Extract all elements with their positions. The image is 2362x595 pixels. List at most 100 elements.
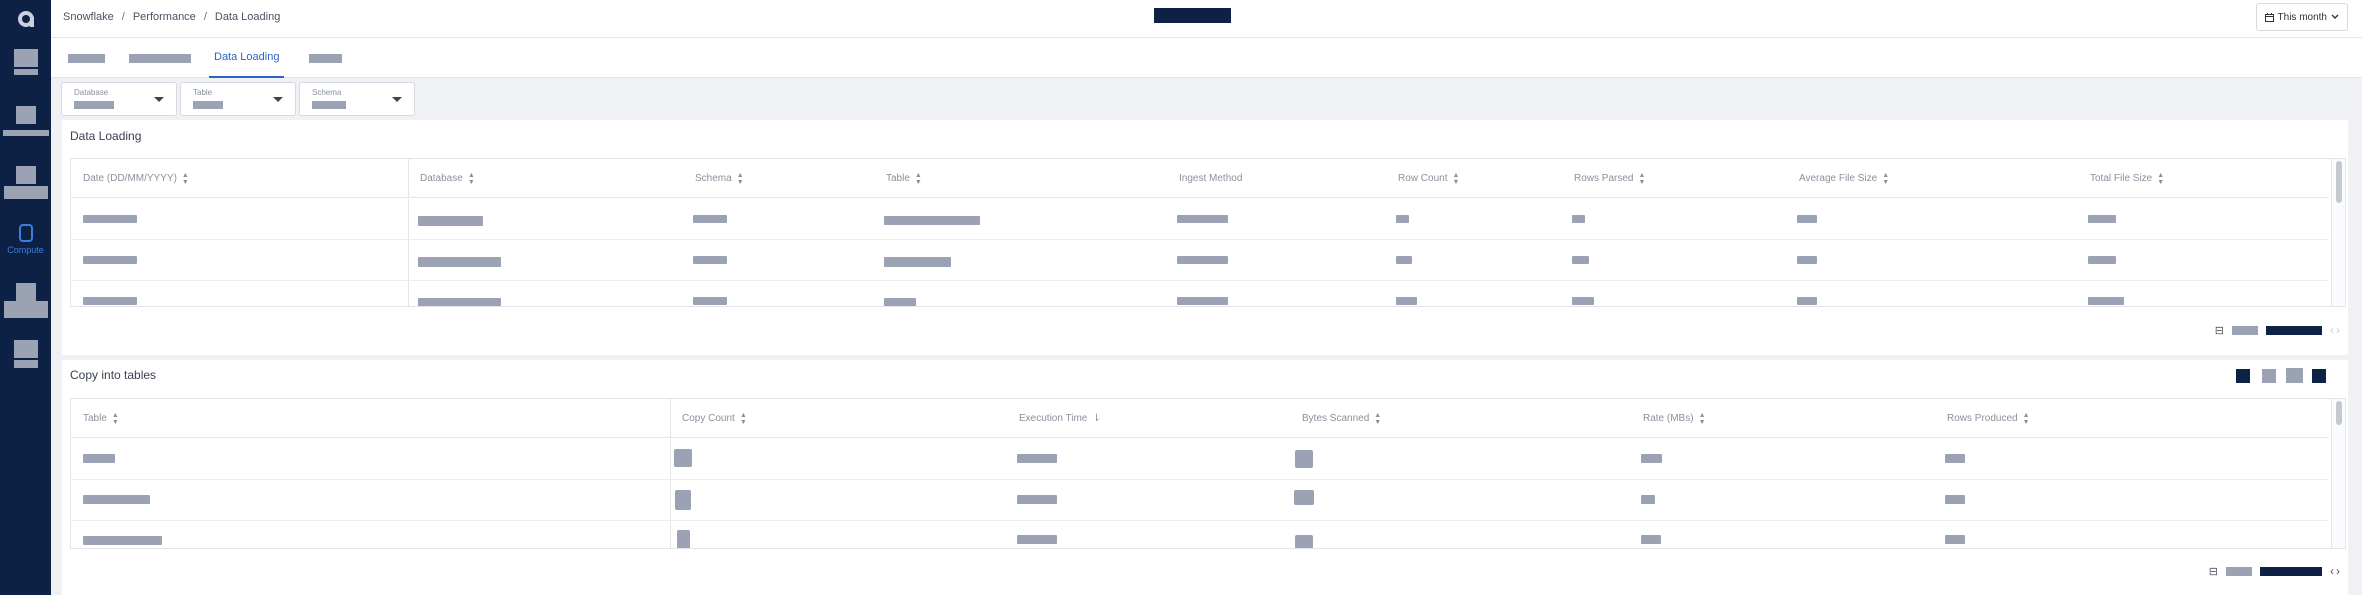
breadcrumb-item-current: Data Loading bbox=[214, 11, 281, 23]
copy-into-tables-table: Table ▲ ▼ Copy Count ▲ ▼ Execution Time ⇂ Byt… bbox=[70, 398, 2346, 549]
column-header-table[interactable]: Table ▲ ▼ bbox=[71, 399, 119, 438]
sort-icon: ▲ ▼ bbox=[467, 171, 475, 186]
filter-value-redacted bbox=[193, 101, 223, 109]
sort-desc-icon: ⇂ bbox=[1092, 412, 1101, 424]
legend-swatch[interactable] bbox=[2236, 369, 2250, 383]
sort-icon: ▲ ▼ bbox=[1882, 171, 1890, 186]
tab-4[interactable] bbox=[309, 38, 342, 78]
column-header-rows-parsed[interactable]: Rows Parsed ▲ ▼ bbox=[1562, 159, 1645, 198]
sidebar: Compute bbox=[0, 0, 51, 595]
tab-label: Data Loading bbox=[214, 51, 280, 63]
page-info-redacted bbox=[2266, 325, 2322, 335]
sort-icon: ▲ ▼ bbox=[111, 411, 119, 426]
column-header-row-count[interactable]: Row Count ▲ ▼ bbox=[1386, 159, 1459, 198]
sort-icon: ▲ ▼ bbox=[736, 171, 744, 186]
legend-swatch[interactable] bbox=[2312, 369, 2326, 383]
column-header-date[interactable]: Date (DD/MM/YYYY) ▲ ▼ bbox=[71, 159, 189, 198]
date-range-label: This month bbox=[2277, 11, 2327, 23]
table-filter[interactable]: Table bbox=[180, 82, 296, 116]
table-header: Date (DD/MM/YYYY) ▲ ▼ Database ▲ ▼ Schema ▲ ▼ … bbox=[71, 159, 2329, 198]
table-pagination: ⊟ ‹› bbox=[2209, 564, 2342, 578]
sort-icon: ▲ ▼ bbox=[1698, 411, 1706, 426]
sort-icon: ▲ ▼ bbox=[2022, 411, 2030, 426]
pagination-arrows-icon[interactable]: ‹› bbox=[2330, 323, 2342, 337]
column-header-rate[interactable]: Rate (MBs) ▲ ▼ bbox=[1631, 399, 1706, 438]
sidebar-item-3[interactable] bbox=[0, 166, 51, 199]
column-header-bytes-scanned[interactable]: Bytes Scanned ▲ ▼ bbox=[1290, 399, 1381, 438]
page-size-redacted[interactable] bbox=[2226, 566, 2252, 576]
nav-icon bbox=[13, 340, 38, 358]
app-logo[interactable] bbox=[15, 8, 37, 30]
panel-title: Copy into tables bbox=[70, 368, 157, 382]
page-size-redacted[interactable] bbox=[2232, 325, 2258, 335]
pagination-arrows-icon[interactable]: ‹› bbox=[2330, 564, 2342, 578]
table-pagination: ⊟ ‹› bbox=[2215, 323, 2342, 337]
vertical-scrollbar[interactable] bbox=[2331, 159, 2345, 306]
caret-down-icon bbox=[273, 97, 283, 102]
nav-icon bbox=[15, 166, 36, 184]
breadcrumb-separator: / bbox=[121, 11, 125, 23]
scrollbar-thumb[interactable] bbox=[2336, 401, 2342, 425]
column-header-table[interactable]: Table ▲ ▼ bbox=[874, 159, 922, 198]
page-title-redacted bbox=[1154, 8, 1231, 23]
caret-down-icon bbox=[392, 97, 402, 102]
copy-into-tables-panel: Copy into tables Table ▲ ▼ Copy Count ▲ ▼ Ex… bbox=[62, 360, 2348, 595]
column-header-ingest-method[interactable]: Ingest Method bbox=[1167, 159, 1242, 198]
sort-icon: ▲ ▼ bbox=[2157, 171, 2165, 186]
sort-icon: ▲ ▼ bbox=[181, 171, 189, 186]
logo-icon bbox=[18, 11, 34, 27]
filter-label: Database bbox=[74, 88, 109, 97]
date-range-button[interactable]: This month bbox=[2255, 3, 2348, 31]
legend-swatch[interactable] bbox=[2286, 368, 2303, 383]
panel-title: Data Loading bbox=[70, 129, 142, 143]
sidebar-item-2[interactable] bbox=[0, 106, 51, 136]
table-row[interactable] bbox=[71, 480, 2329, 521]
sidebar-item-6[interactable] bbox=[0, 340, 51, 368]
column-header-execution-time[interactable]: Execution Time ⇂ bbox=[1007, 399, 1101, 438]
table-row[interactable] bbox=[71, 521, 2329, 548]
page-info-redacted bbox=[2260, 566, 2322, 576]
column-header-average-file-size[interactable]: Average File Size ▲ ▼ bbox=[1787, 159, 1889, 198]
tab-1[interactable] bbox=[68, 38, 105, 78]
sidebar-item-5[interactable] bbox=[0, 283, 51, 318]
page-size-icon[interactable]: ⊟ bbox=[2209, 565, 2218, 578]
column-header-rows-produced[interactable]: Rows Produced ▲ ▼ bbox=[1935, 399, 2030, 438]
breadcrumb: Snowflake / Performance / Data Loading bbox=[63, 11, 280, 23]
table-row[interactable] bbox=[71, 439, 2329, 480]
legend-swatch[interactable] bbox=[2262, 369, 2276, 383]
schema-filter[interactable]: Schema bbox=[299, 82, 415, 116]
table-row[interactable] bbox=[71, 281, 2329, 306]
page-size-icon[interactable]: ⊟ bbox=[2215, 324, 2224, 337]
sort-icon: ▲ ▼ bbox=[739, 411, 747, 426]
column-header-schema[interactable]: Schema ▲ ▼ bbox=[683, 159, 744, 198]
column-header-total-file-size[interactable]: Total File Size ▲ ▼ bbox=[2078, 159, 2164, 198]
sidebar-item-1[interactable] bbox=[0, 49, 51, 75]
filter-value-redacted bbox=[312, 101, 346, 109]
vertical-scrollbar[interactable] bbox=[2331, 399, 2345, 548]
column-header-database[interactable]: Database ▲ ▼ bbox=[408, 159, 475, 198]
breadcrumb-separator: / bbox=[203, 11, 207, 23]
top-bar: Snowflake / Performance / Data Loading T… bbox=[51, 0, 2362, 38]
filter-label: Schema bbox=[312, 88, 342, 97]
column-header-copy-count[interactable]: Copy Count ▲ ▼ bbox=[670, 399, 747, 438]
compute-icon bbox=[18, 224, 33, 242]
scrollbar-thumb[interactable] bbox=[2336, 161, 2342, 203]
data-loading-panel: Data Loading Date (DD/MM/YYYY) ▲ ▼ Databas… bbox=[62, 120, 2348, 355]
tab-data-loading[interactable]: Data Loading bbox=[209, 38, 285, 78]
nav-icon bbox=[15, 283, 36, 301]
sort-icon: ▲ ▼ bbox=[1452, 171, 1460, 186]
database-filter[interactable]: Database bbox=[61, 82, 177, 116]
sort-icon: ▲ ▼ bbox=[914, 171, 922, 186]
data-loading-table: Date (DD/MM/YYYY) ▲ ▼ Database ▲ ▼ Schema ▲ ▼ … bbox=[70, 158, 2346, 307]
sidebar-item-compute[interactable]: Compute bbox=[0, 224, 51, 255]
chevron-down-icon bbox=[2331, 14, 2339, 19]
tab-2[interactable] bbox=[129, 38, 191, 78]
sidebar-item-label: Compute bbox=[7, 245, 44, 255]
calendar-icon bbox=[2264, 12, 2274, 22]
breadcrumb-item[interactable]: Performance bbox=[133, 11, 196, 23]
table-header: Table ▲ ▼ Copy Count ▲ ▼ Execution Time ⇂ Byt… bbox=[71, 399, 2329, 438]
table-row[interactable] bbox=[71, 240, 2329, 281]
table-row[interactable] bbox=[71, 199, 2329, 240]
breadcrumb-item[interactable]: Snowflake bbox=[63, 11, 114, 23]
sort-icon: ▲ ▼ bbox=[1374, 411, 1382, 426]
